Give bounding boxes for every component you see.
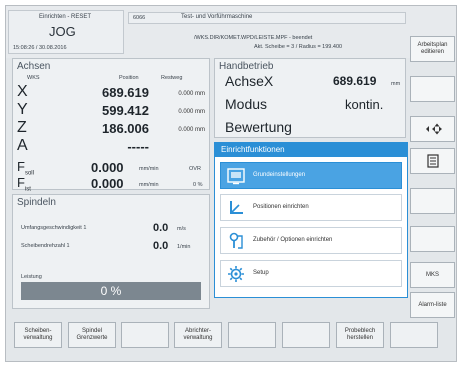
handbetrieb-title: Handbetrieb [219, 61, 274, 72]
side-button-6[interactable] [410, 226, 455, 252]
bottom-button-8[interactable] [390, 322, 438, 348]
axis-y-name: Y [17, 101, 28, 118]
hb-axis-label: AchseX [225, 73, 274, 89]
ovr-value: 0 % [193, 182, 203, 188]
ef-item-grundeinstellungen[interactable]: Grundeinstellungen [220, 162, 402, 189]
axis-x-name: X [17, 83, 28, 100]
col-position: Position [119, 75, 139, 81]
positions-icon [230, 201, 243, 214]
gear-icon [228, 266, 244, 282]
document-button[interactable] [410, 148, 455, 174]
achsen-title: Achsen [17, 61, 51, 72]
machine-name: Test- und Vorführmaschine [181, 14, 253, 20]
leistung-bar: 0 % [21, 282, 201, 300]
hb-modus-value: kontin. [345, 97, 384, 112]
f-ist-sub: ist [24, 186, 31, 193]
probeblech-label: Probeblech herstellen [344, 328, 376, 341]
f-ist-unit: mm/min [139, 182, 159, 188]
f-ist-letter: F [17, 175, 25, 190]
scheibe-radius: Akt. Scheibe = 3 / Radius = 199.400 [254, 44, 343, 50]
einrichtfunktionen-title: Einrichtfunktionen [221, 145, 285, 154]
ovr-label: OVR [189, 166, 201, 172]
machine-field: 6066 Test- und Vorführmaschine [128, 12, 406, 24]
hb-bewertung-label: Bewertung [225, 119, 292, 135]
cross-arrows-icon [425, 123, 442, 135]
abrichterverwaltung-button[interactable]: Abrichter-verwaltung [174, 322, 222, 348]
col-restweg: Restweg [161, 75, 183, 81]
f-soll-value: 0.000 [91, 160, 124, 175]
spindeln-panel: Spindeln Umfangsgeschwindigkeit 1 0.0 m/… [12, 194, 210, 309]
handbetrieb-panel: Handbetrieb AchseX 689.619 mm Modus kont… [214, 58, 406, 138]
side-button-2[interactable] [410, 76, 455, 102]
ef-item-label: Positionen einrichten [253, 204, 309, 210]
ef-item-label: Setup [253, 270, 269, 276]
arbeitsplan-editieren-button[interactable]: Arbeitsplan editieren [410, 36, 455, 62]
machine-code: 6066 [133, 15, 146, 21]
f-soll-unit: mm/min [139, 166, 159, 172]
einrichtfunktionen-header: Einrichtfunktionen [215, 143, 407, 157]
side-button-5[interactable] [410, 188, 455, 214]
axis-a-position: ----- [127, 139, 149, 154]
spindeln-title: Spindeln [17, 197, 56, 208]
hb-modus-label: Modus [225, 96, 268, 112]
ef-item-setup[interactable]: Setup [220, 260, 402, 287]
mode-box: Einrichten - RESET JOG 15:08:26 / 30.08.… [8, 10, 124, 54]
spindel-row1-label: Umfangsgeschwindigkeit 1 [21, 225, 87, 231]
axis-z-name: Z [17, 119, 27, 136]
spindel-row2-label: Scheibendrehzahl 1 [21, 243, 70, 249]
spindel-grenzwerte-button[interactable]: Spindel Grenzwerte [68, 322, 116, 348]
axis-z-position: 186.006 [102, 121, 149, 136]
spindel-row2-value: 0.0 [153, 240, 169, 252]
settings-screen-icon [227, 168, 245, 185]
mks-button[interactable]: MKS [410, 262, 455, 288]
ef-item-label: Zubehör / Optionen einrichten [253, 237, 333, 243]
spindel-row2-unit: 1/min [177, 244, 191, 250]
bottom-button-6[interactable] [282, 322, 330, 348]
axis-x-position: 689.619 [102, 85, 149, 100]
axis-x-restweg: 0.000 mm [178, 91, 205, 97]
document-icon [426, 154, 439, 168]
spindel-row1-value: 0.0 [153, 222, 169, 234]
alarm-label: Alarm-liste [418, 301, 447, 308]
axis-z-restweg: 0.000 mm [178, 127, 205, 133]
spindel-label: Spindel Grenzwerte [76, 328, 108, 341]
mode-label: JOG [49, 24, 76, 39]
mode-title: Einrichten - RESET [39, 14, 92, 20]
f-soll-letter: F [17, 159, 25, 174]
bottom-button-3[interactable] [121, 322, 169, 348]
hb-axis-unit: mm [391, 81, 401, 87]
ef-item-label: Grundeinstellungen [253, 172, 306, 178]
ef-item-zubehoer[interactable]: Zubehör / Optionen einrichten [220, 227, 402, 254]
axis-a-name: A [17, 137, 28, 154]
bottom-button-5[interactable] [228, 322, 276, 348]
f-soll-label: Fsoll [17, 159, 34, 177]
mks-label: MKS [425, 271, 439, 278]
f-ist-value: 0.000 [91, 176, 124, 191]
probeblech-button[interactable]: Probeblech herstellen [336, 322, 384, 348]
spindel-row1-unit: m/s [177, 226, 186, 232]
scheiben-label: Scheiben-verwaltung [23, 328, 53, 341]
hb-axis-value: 689.619 [333, 74, 377, 88]
ef-item-positionen[interactable]: Positionen einrichten [220, 194, 402, 221]
leistung-value: 0 % [100, 284, 122, 298]
axis-y-restweg: 0.000 mm [178, 109, 205, 115]
col-wks: WKS [27, 75, 40, 81]
abrichter-label: Abrichter-verwaltung [183, 328, 213, 341]
arbeitsplan-label: Arbeitsplan editieren [417, 42, 448, 55]
f-ist-label: Fist [17, 175, 31, 193]
alarmliste-button[interactable]: Alarm-liste [410, 292, 455, 318]
hmi-screen: Einrichten - RESET JOG 15:08:26 / 30.08.… [5, 5, 457, 362]
axis-y-position: 599.412 [102, 103, 149, 118]
leistung-label: Leistung [21, 274, 42, 280]
cross-arrows-button[interactable] [410, 116, 455, 142]
status-bar: Einrichten - RESET JOG 15:08:26 / 30.08.… [6, 6, 456, 58]
scheibenverwaltung-button[interactable]: Scheiben-verwaltung [14, 322, 62, 348]
datetime: 15:08:26 / 30.08.2016 [13, 45, 67, 51]
accessory-icon [229, 232, 243, 249]
achsen-panel: Achsen WKS Position Restweg X 689.619 0.… [12, 58, 210, 193]
program-status: /WKS.DIR/KOMET.WPD/LEISTE.MPF - beendet [194, 35, 313, 41]
